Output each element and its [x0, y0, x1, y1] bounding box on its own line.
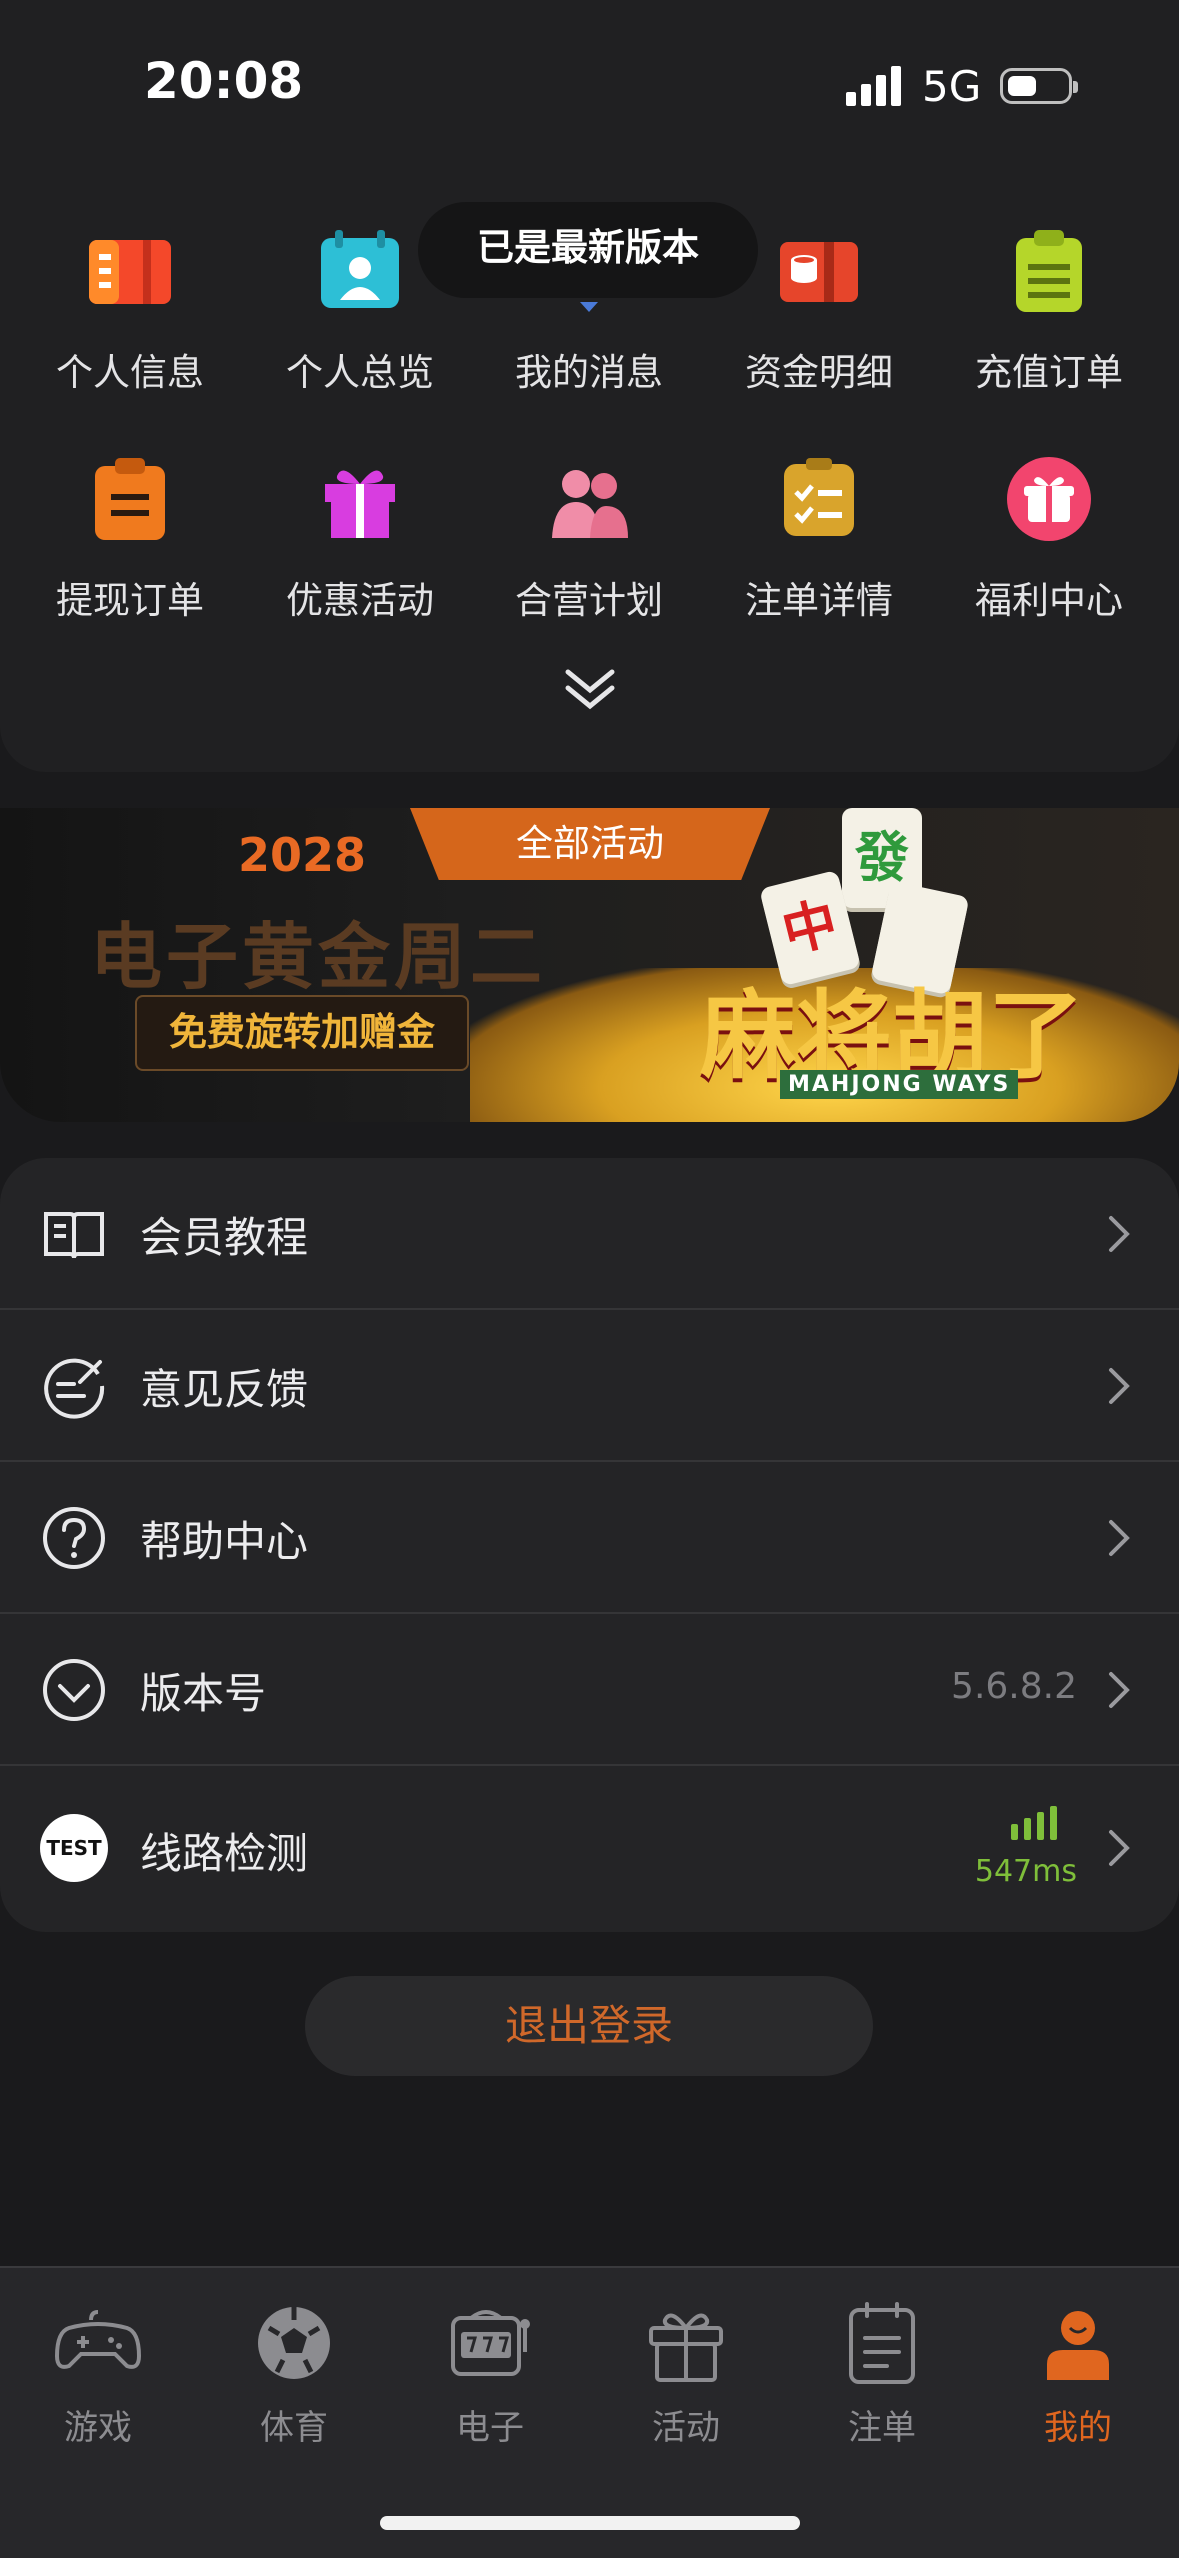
tab-activities[interactable]: 活动 [588, 2298, 784, 2449]
tab-label: 我的 [1044, 2408, 1112, 2448]
book-icon [44, 1212, 104, 1259]
help-question-icon [43, 1507, 105, 1569]
menu-item-label: 帮助中心 [140, 1517, 309, 1566]
tab-label: 体育 [260, 2408, 328, 2448]
logout-button[interactable]: 退出登录 [305, 1976, 873, 2076]
battery-icon [1000, 68, 1078, 104]
menu-item-tutorial[interactable]: 会员教程 [0, 1158, 1179, 1310]
grid-item-promotions[interactable]: 优惠活动 [245, 454, 475, 624]
grid-item-label: 我的消息 [515, 351, 663, 394]
version-check-icon [43, 1659, 105, 1721]
grid-item-label: 合营计划 [515, 579, 663, 622]
version-value: 5.6.8.2 [951, 1666, 1077, 1707]
grid-item-label: 注单详情 [745, 579, 893, 622]
tab-slots[interactable]: 电子 [392, 2298, 588, 2449]
bottom-tab-bar: 游戏 体育 电子 活动 注单 我的 [0, 2266, 1179, 2558]
status-time: 20:08 [144, 52, 304, 110]
clipboard-icon [1016, 230, 1082, 312]
expand-chevron-icon[interactable] [560, 664, 620, 714]
funds-icon [780, 242, 858, 302]
user-icon [1047, 2311, 1109, 2380]
menu-item-line-test[interactable]: TEST 线路检测 547ms [0, 1766, 1179, 1932]
menu-item-label: 版本号 [140, 1669, 267, 1718]
grid-item-bet-details[interactable]: 注单详情 [704, 454, 934, 624]
tab-label: 电子 [456, 2408, 524, 2448]
cellular-signal-icon [846, 66, 901, 106]
menu-item-label: 会员教程 [140, 1213, 309, 1262]
chevron-right-icon [1109, 1830, 1130, 1866]
promo-banner[interactable]: 2028 电子黄金周二 免费旋转加赠金 發 中 麻将胡了 MAHJONG WAY… [0, 808, 1179, 1122]
gamepad-icon [54, 2310, 142, 2369]
tab-mine[interactable]: 我的 [980, 2298, 1176, 2449]
latency-signal-icon [1011, 1806, 1057, 1840]
partners-icon [552, 470, 628, 538]
feedback-icon [44, 1358, 105, 1419]
slot-machine-icon [451, 2310, 530, 2376]
tab-label: 注单 [848, 2408, 916, 2448]
grid-item-label: 优惠活动 [286, 579, 434, 622]
chevron-right-icon [1109, 1368, 1130, 1404]
tab-sports[interactable]: 体育 [196, 2298, 392, 2449]
menu-item-help-center[interactable]: 帮助中心 [0, 1462, 1179, 1614]
withdraw-icon [95, 458, 165, 540]
status-bar: 20:08 5G [0, 0, 1179, 170]
grid-item-withdraw-orders[interactable]: 提现订单 [15, 454, 245, 624]
all-activities-tag[interactable]: 全部活动 [410, 808, 770, 880]
banner-year: 2028 [238, 828, 367, 882]
menu-item-feedback[interactable]: 意见反馈 [0, 1310, 1179, 1462]
mahjong-ways-logo-subtitle: MAHJONG WAYS [780, 1070, 1019, 1099]
grid-item-partner-plan[interactable]: 合营计划 [474, 454, 704, 624]
grid-item-label: 资金明细 [745, 351, 893, 394]
grid-item-label: 个人信息 [56, 351, 204, 394]
grid-item-label: 福利中心 [975, 579, 1123, 622]
network-type: 5G [922, 62, 982, 111]
calendar-user-icon [321, 230, 399, 308]
grid-item-personal-info[interactable]: 个人信息 [15, 226, 245, 396]
gift-box-icon [649, 2313, 723, 2382]
latency-value: 547ms [974, 1854, 1077, 1889]
settings-menu: 会员教程 意见反馈 帮助中心 版本号 5.6.8.2 TEST 线路检测 547… [0, 1158, 1179, 1932]
grid-item-welfare-center[interactable]: 福利中心 [934, 454, 1164, 624]
toast-message: 已是最新版本 [418, 202, 758, 298]
chevron-right-icon [1109, 1672, 1130, 1708]
grid-item-label: 个人总览 [286, 351, 434, 394]
grid-item-label: 提现订单 [56, 579, 204, 622]
profile-card-icon [89, 240, 171, 304]
checklist-icon [784, 458, 854, 536]
menu-item-version[interactable]: 版本号 5.6.8.2 [0, 1614, 1179, 1766]
menu-item-label: 意见反馈 [140, 1365, 309, 1414]
chevron-right-icon [1109, 1216, 1130, 1252]
tab-bets[interactable]: 注单 [784, 2298, 980, 2449]
grid-item-recharge-orders[interactable]: 充值订单 [934, 226, 1164, 396]
welfare-gift-icon [1007, 457, 1091, 541]
home-indicator[interactable] [380, 2516, 800, 2530]
tab-label: 游戏 [64, 2408, 132, 2448]
soccer-ball-icon [258, 2307, 330, 2379]
grid-item-label: 充值订单 [975, 351, 1123, 394]
banner-cta-button[interactable]: 免费旋转加赠金 [135, 995, 469, 1071]
tab-label: 活动 [652, 2408, 720, 2448]
clipboard-list-icon [849, 2302, 915, 2384]
tab-games[interactable]: 游戏 [0, 2298, 196, 2449]
menu-item-label: 线路检测 [140, 1829, 309, 1878]
test-badge-icon: TEST [40, 1814, 108, 1882]
chevron-right-icon [1109, 1520, 1130, 1556]
gift-icon [325, 470, 395, 538]
